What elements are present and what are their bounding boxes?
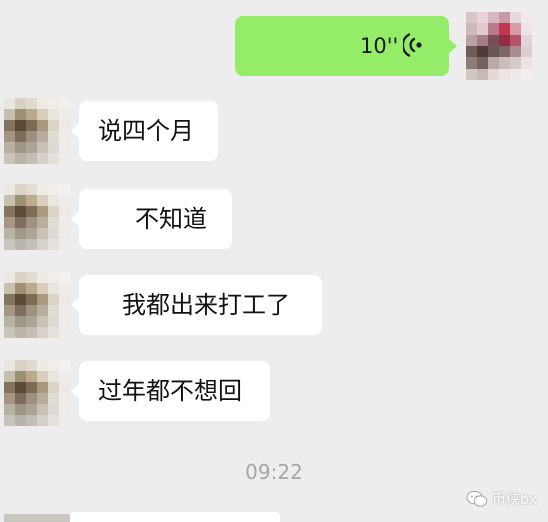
- message-bubble[interactable]: 说四个月: [71, 101, 218, 161]
- message-bubble[interactable]: 过年都不想回: [71, 361, 270, 421]
- voice-message-bubble[interactable]: 10'': [235, 16, 457, 76]
- voice-duration: 10'': [360, 34, 399, 58]
- message-bubble[interactable]: [70, 512, 280, 522]
- wechat-logo-icon: [466, 490, 488, 507]
- message-timestamp: 09:22: [245, 460, 303, 484]
- message-bubble[interactable]: 我都出来打工了: [71, 275, 322, 335]
- message-text: 过年都不想回: [98, 377, 242, 405]
- watermark: 币侠bx: [466, 488, 537, 510]
- contact-avatar[interactable]: [4, 184, 70, 250]
- contact-avatar[interactable]: [4, 360, 70, 426]
- chat-conversation: 10'' 说四个月 不知道 我都出来打工了 过年都不想回 09:22 币侠bx: [0, 0, 548, 522]
- voice-wave-icon: [403, 33, 422, 57]
- watermark-text: 币侠bx: [492, 492, 538, 508]
- message-text: 说四个月: [98, 117, 194, 145]
- message-bubble[interactable]: 不知道: [71, 189, 232, 249]
- contact-avatar[interactable]: [4, 98, 70, 164]
- contact-avatar[interactable]: [4, 272, 70, 338]
- message-text: 不知道: [135, 205, 207, 233]
- self-avatar[interactable]: [466, 12, 532, 80]
- contact-avatar[interactable]: [4, 514, 70, 522]
- message-text: 我都出来打工了: [122, 291, 290, 319]
